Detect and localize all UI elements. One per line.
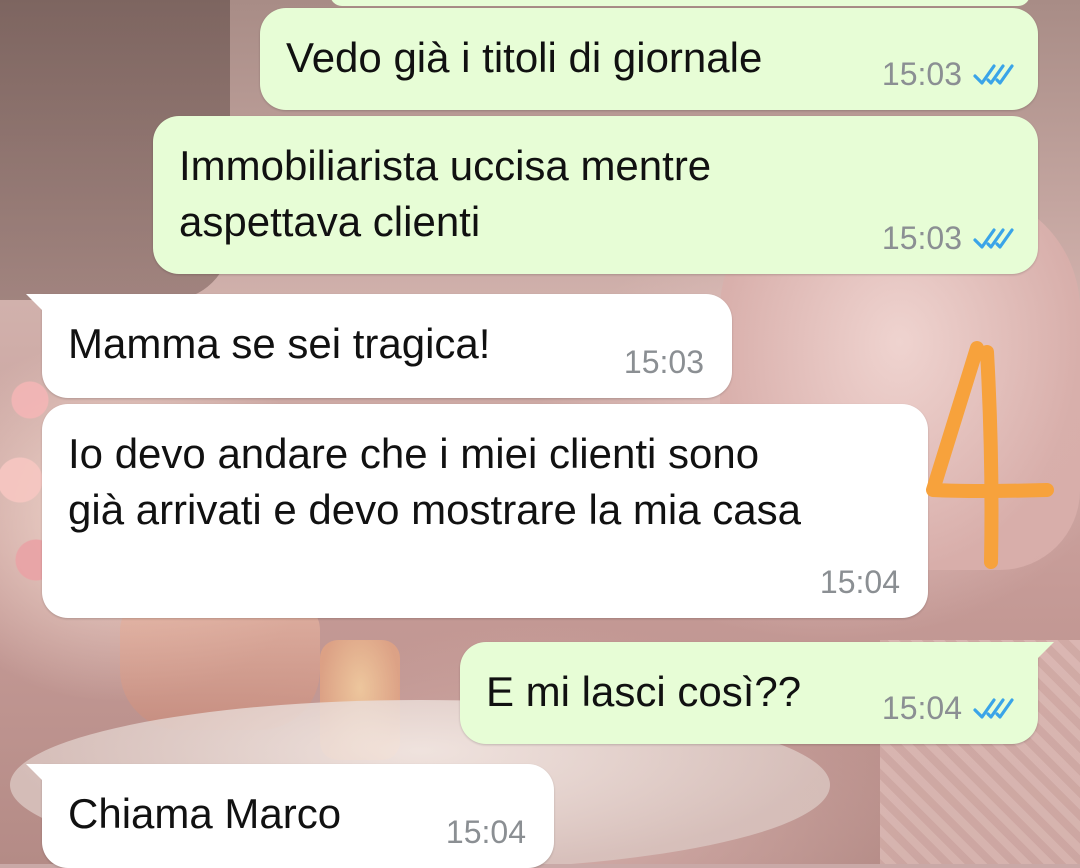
message-time: 15:04 — [445, 814, 526, 850]
message-time: 15:03 — [881, 56, 962, 92]
message-meta: 15:03 — [624, 344, 704, 380]
message-time: 15:04 — [819, 564, 900, 600]
message-meta: 15:04 — [820, 564, 900, 600]
message-text: Vedo già i titoli di giornale — [286, 34, 763, 81]
previous-message-edge — [330, 0, 1030, 6]
message-meta: 15:03 — [882, 220, 1016, 256]
double-check-icon — [973, 228, 1014, 249]
message-meta: 15:03 — [882, 56, 1016, 92]
message-text: Io devo andare che i miei clienti sono g… — [68, 430, 801, 533]
message-bubble-outgoing[interactable]: E mi lasci così?? 15:04 — [460, 642, 1054, 744]
message-meta: 15:04 — [882, 690, 1016, 726]
message-text: Immobiliarista uccisa mentre aspettava c… — [179, 142, 712, 245]
message-bubble-outgoing[interactable]: Vedo già i titoli di giornale 15:03 — [260, 8, 1038, 110]
message-text: E mi lasci così?? — [486, 668, 802, 715]
message-bubble-outgoing[interactable]: Immobiliarista uccisa mentre aspettava c… — [153, 116, 1038, 274]
message-list[interactable]: Vedo già i titoli di giornale 15:03 Immo… — [0, 0, 1080, 868]
message-time: 15:04 — [881, 690, 962, 726]
message-bubble-incoming[interactable]: Io devo andare che i miei clienti sono g… — [42, 404, 928, 618]
message-meta: 15:04 — [446, 814, 526, 850]
message-text: Mamma se sei tragica! — [68, 320, 491, 367]
message-text: Chiama Marco — [68, 790, 342, 837]
message-time: 15:03 — [623, 344, 704, 380]
message-bubble-incoming[interactable]: Mamma se sei tragica! 15:03 — [26, 294, 732, 398]
double-check-icon — [973, 64, 1014, 85]
handwritten-number-annotation — [926, 341, 1054, 569]
message-time: 15:03 — [881, 220, 962, 256]
message-bubble-incoming[interactable]: Chiama Marco 15:04 — [26, 764, 554, 868]
double-check-icon — [973, 698, 1014, 719]
